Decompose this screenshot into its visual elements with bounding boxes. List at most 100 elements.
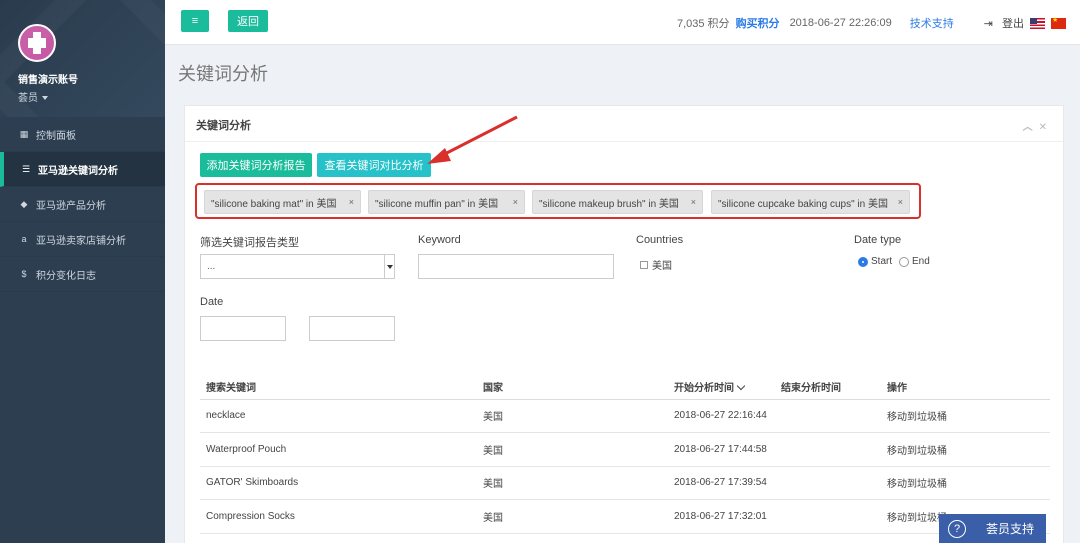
trash-link[interactable]: 移动到垃圾桶 xyxy=(881,399,1050,433)
date-to-input[interactable] xyxy=(309,316,395,341)
member-support-button[interactable]: ? 荟员支持 xyxy=(939,514,1046,543)
logout-icon: ⇥ xyxy=(983,18,993,30)
column-header-sorted[interactable]: 开始分析时间 xyxy=(668,374,775,400)
menu-toggle-button[interactable]: ≡ xyxy=(181,10,209,32)
add-report-button[interactable]: 添加关键词分析报告 xyxy=(200,153,312,177)
keyword-tag: "silicone cupcake baking cups" in 美国 × xyxy=(711,190,910,214)
cell-keyword[interactable]: necklace xyxy=(200,399,477,433)
remove-tag-icon[interactable]: × xyxy=(898,197,903,207)
cell-end-time xyxy=(775,432,881,467)
sidebar-item-label: 控制面板 xyxy=(36,130,76,142)
countries-label: Countries xyxy=(636,234,684,246)
trash-link[interactable]: 移动到垃圾桶 xyxy=(881,466,1050,500)
cell-keyword[interactable]: Compression Socks xyxy=(200,499,477,534)
role-label: 荟员 xyxy=(18,93,38,104)
column-header: 操作 xyxy=(881,374,1050,400)
hamburger-icon: ≡ xyxy=(191,15,199,27)
country-option-label: 美国 xyxy=(652,261,672,272)
sidebar-item-points-log[interactable]: $ 积分变化日志 xyxy=(0,257,165,292)
column-header[interactable]: 国家 xyxy=(477,374,668,400)
table-row: GATOR' Skimboards 美国 2018-06-27 17:39:54… xyxy=(200,466,1050,500)
panel-header: 关键词分析 ︿✕ xyxy=(185,106,1063,142)
date-label: Date xyxy=(200,296,224,308)
report-type-select[interactable]: ... xyxy=(200,254,395,279)
us-flag-icon[interactable] xyxy=(1030,17,1045,29)
cell-end-time xyxy=(775,399,881,433)
date-end-radio[interactable]: End xyxy=(899,256,930,267)
date-start-radio[interactable]: Start xyxy=(858,256,892,267)
date-start-label: Start xyxy=(871,256,893,267)
keyword-tag: "silicone muffin pan" in 美国 × xyxy=(368,190,525,214)
column-header[interactable]: 搜索关键词 xyxy=(200,374,477,400)
table-row: necklace 美国 2018-06-27 22:16:44 移动到垃圾桶 xyxy=(200,399,1050,433)
cell-keyword[interactable]: Waterproof Pouch xyxy=(200,432,477,467)
sidebar-item-dashboard[interactable]: ▦ 控制面板 xyxy=(0,117,165,152)
list-icon: ☰ xyxy=(21,163,31,174)
datetime: 2018-06-27 22:26:09 xyxy=(789,17,892,29)
cell-start-time: 2018-06-27 17:44:58 xyxy=(668,432,775,467)
topbar: ≡ 返回 7,035 积分 购买积分 2018-06-27 22:26:09 技… xyxy=(165,0,1080,45)
back-button[interactable]: 返回 xyxy=(228,10,268,32)
close-icon[interactable]: ✕ xyxy=(1039,122,1053,133)
column-header-label: 开始分析时间 xyxy=(674,382,734,394)
compare-button[interactable]: 查看关键词对比分析 xyxy=(317,153,431,177)
support-link[interactable]: 技术支持 xyxy=(910,15,954,31)
sidebar-item-label: 亚马逊关键词分析 xyxy=(38,165,118,177)
checkbox-box xyxy=(640,260,648,269)
keyword-tag-label: "silicone makeup brush" in 美国 xyxy=(539,198,679,210)
cell-end-time xyxy=(775,499,881,534)
cell-start-time: 2018-06-27 22:16:44 xyxy=(668,399,775,433)
trash-link[interactable]: 移动到垃圾桶 xyxy=(881,432,1050,467)
table-header-row: 搜索关键词 国家 开始分析时间 结束分析时间 操作 xyxy=(200,374,1050,400)
keyword-tag-label: "silicone cupcake baking cups" in 美国 xyxy=(718,198,888,210)
panel-title: 关键词分析 xyxy=(196,120,251,132)
cell-country: 美国 xyxy=(477,499,668,534)
amazon-icon: a xyxy=(21,234,27,244)
column-header[interactable]: 结束分析时间 xyxy=(775,374,881,400)
dollar-icon: $ xyxy=(21,269,27,279)
caret-down-icon xyxy=(42,96,48,101)
keyword-label: Keyword xyxy=(418,234,461,246)
sidebar-item-label: 亚马逊产品分析 xyxy=(36,200,106,212)
remove-tag-icon[interactable]: × xyxy=(691,197,696,207)
cell-end-time xyxy=(775,466,881,500)
avatar[interactable] xyxy=(18,24,56,62)
points-count: 7,035 积分 xyxy=(676,18,730,30)
page-title: 关键词分析 xyxy=(178,64,268,84)
sidebar-item-product-analysis[interactable]: ◆ 亚马逊产品分析 xyxy=(0,187,165,222)
buy-points-link[interactable]: 购买积分 xyxy=(736,15,780,31)
keyword-table: 搜索关键词 国家 开始分析时间 结束分析时间 操作 necklace 美国 20… xyxy=(200,374,1050,534)
keyword-tag-label: "silicone baking mat" in 美国 xyxy=(211,198,337,210)
sidebar-menu: ▦ 控制面板 ☰ 亚马逊关键词分析 ◆ 亚马逊产品分析 a 亚马逊卖家店铺分析 $ 积分变… xyxy=(0,117,165,292)
keyword-panel: 关键词分析 ︿✕ 添加关键词分析报告 查看关键词对比分析 "silicone b… xyxy=(184,105,1064,543)
cell-country: 美国 xyxy=(477,466,668,500)
radio-selected-icon xyxy=(858,256,868,267)
cell-country: 美国 xyxy=(477,432,668,467)
topbar-right: 7,035 积分 购买积分 2018-06-27 22:26:09 技术支持 ⇥… xyxy=(671,15,1066,31)
sidebar-item-keyword-analysis[interactable]: ☰ 亚马逊关键词分析 xyxy=(0,152,165,187)
select-arrow-icon xyxy=(384,255,394,278)
table-row: Compression Socks 美国 2018-06-27 17:32:01… xyxy=(200,499,1050,534)
radio-icon xyxy=(899,256,909,267)
collapse-icon[interactable]: ︿ xyxy=(1023,122,1039,133)
remove-tag-icon[interactable]: × xyxy=(513,197,518,207)
date-from-input[interactable] xyxy=(200,316,286,341)
cell-keyword[interactable]: GATOR' Skimboards xyxy=(200,466,477,500)
sidebar-item-seller-analysis[interactable]: a 亚马逊卖家店铺分析 xyxy=(0,222,165,257)
sidebar-item-label: 积分变化日志 xyxy=(36,270,96,282)
role-dropdown[interactable]: 荟员 xyxy=(18,89,165,104)
country-checkbox[interactable]: 美国 xyxy=(640,257,672,272)
remove-tag-icon[interactable]: × xyxy=(349,197,354,207)
date-type-label: Date type xyxy=(854,234,902,246)
keyword-input[interactable] xyxy=(418,254,614,279)
keyword-tag: "silicone baking mat" in 美国 × xyxy=(204,190,361,214)
logout-button[interactable]: ⇥ 登出 xyxy=(978,15,1024,31)
keyword-tag: "silicone makeup brush" in 美国 × xyxy=(532,190,703,214)
panel-tools: ︿✕ xyxy=(1023,118,1053,133)
help-icon: ? xyxy=(948,519,966,538)
china-flag-icon[interactable] xyxy=(1051,16,1066,29)
report-type-value: ... xyxy=(207,261,216,272)
report-type-label: 筛选关键词报告类型 xyxy=(200,237,299,249)
sidebar-item-label: 亚马逊卖家店铺分析 xyxy=(36,235,126,247)
selected-keywords-box[interactable]: "silicone baking mat" in 美国 × "silicone m… xyxy=(195,183,921,219)
